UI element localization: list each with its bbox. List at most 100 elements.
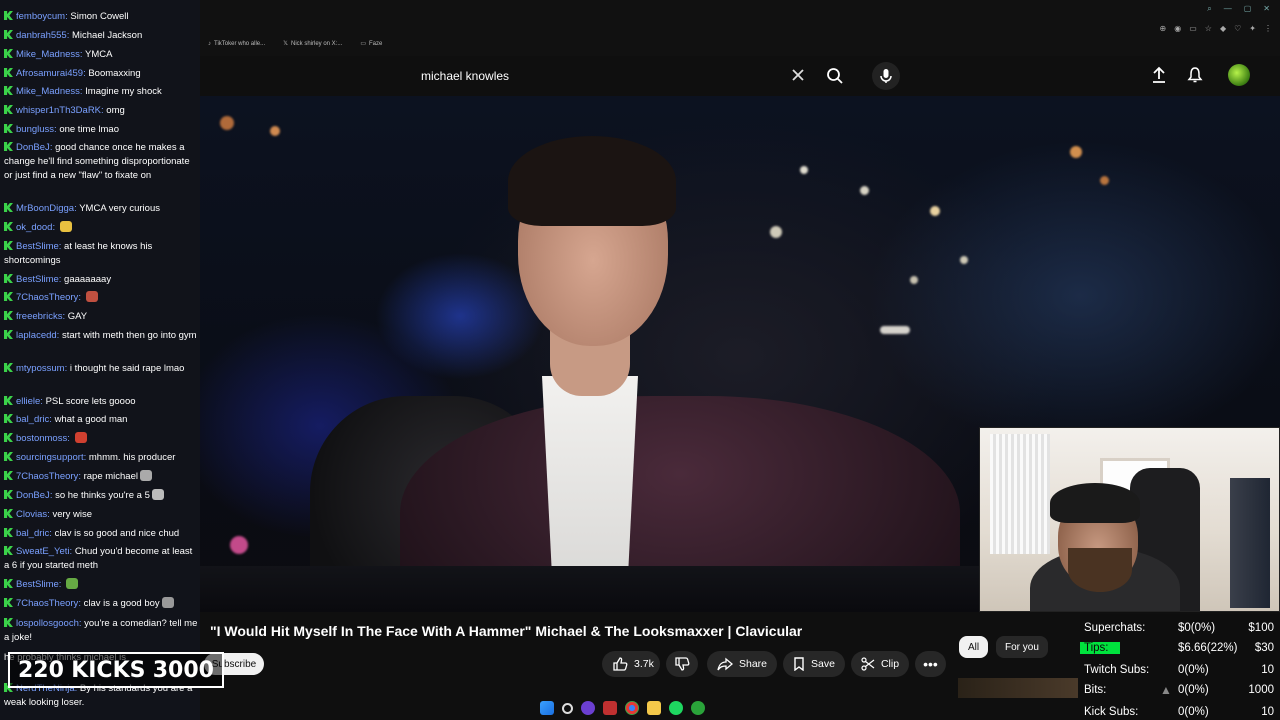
chat-username[interactable]: lospollosgooch — [16, 618, 79, 629]
dislike-button[interactable] — [665, 651, 698, 677]
xbox-icon[interactable] — [691, 701, 705, 715]
bookmark-item[interactable]: ▭ Faze — [360, 40, 382, 48]
chat-username[interactable]: ok_dood — [16, 222, 52, 233]
puzzle-icon[interactable]: ✦ — [1249, 24, 1256, 33]
recommended-thumbnail[interactable] — [958, 678, 1078, 698]
voice-search-button[interactable] — [872, 62, 900, 90]
chat-username[interactable]: mtypossum — [16, 363, 65, 374]
donation-label: Bits: — [1084, 684, 1107, 696]
donation-goal: $100 — [1248, 622, 1274, 634]
chat-username[interactable]: femboycum — [16, 11, 65, 22]
chat-username[interactable]: elliele — [16, 396, 40, 407]
search-icon[interactable]: ⌕ — [1207, 4, 1211, 14]
chat-username[interactable]: 7ChaosTheory — [16, 292, 78, 303]
shield-icon[interactable]: ◆ — [1220, 24, 1226, 33]
chat-message: whisper1nTh3DaRK: omg — [4, 104, 198, 118]
video-title: "I Would Hit Myself In The Face With A H… — [210, 623, 803, 639]
search-box[interactable]: michael knowles — [410, 60, 818, 92]
kick-badge-icon — [4, 292, 13, 301]
chat-message: elliele: PSL score lets goooo — [4, 395, 198, 409]
app-icon[interactable] — [581, 701, 595, 715]
minimize-icon[interactable]: — — [1224, 4, 1232, 14]
chat-username[interactable]: bungluss — [16, 124, 54, 135]
chat-username[interactable]: BestSlime — [16, 274, 59, 285]
chat-username[interactable]: SweatE_Yeti — [16, 546, 70, 557]
more-actions-button[interactable]: ••• — [915, 651, 946, 677]
chat-username[interactable]: 7ChaosTheory — [16, 598, 78, 609]
chat-username[interactable]: DonBeJ — [16, 142, 50, 153]
zoom-icon[interactable]: ⊕ — [1160, 24, 1167, 33]
chat-message: Mike_Madness: YMCA — [4, 48, 198, 62]
chat-username[interactable]: whisper1nTh3DaRK — [16, 105, 101, 116]
donation-row: Bits: 0(0%) 1000 ▲ — [1084, 680, 1276, 700]
hanging-clothes — [1230, 478, 1270, 608]
chat-text: very wise — [52, 509, 93, 520]
bookmarks-bar: ♪ TikToker who alle... 𝕏 Nick shirley on X… — [208, 40, 382, 48]
app-icon[interactable] — [603, 701, 617, 715]
search-input[interactable]: michael knowles — [421, 69, 509, 83]
chat-username[interactable]: sourcingsupport — [16, 452, 84, 463]
microphone-icon — [880, 69, 892, 83]
chat-username[interactable]: bal_dric — [16, 528, 49, 539]
chat-message: Clovias: very wise — [4, 508, 198, 522]
chat-username[interactable]: Afrosamurai459 — [16, 68, 83, 79]
save-button[interactable]: Save — [783, 651, 845, 677]
chat-username[interactable]: DonBeJ — [16, 490, 50, 501]
chat-message: BestSlime: — [4, 578, 198, 592]
notifications-button[interactable] — [1184, 64, 1206, 86]
kicks-current: 220 — [18, 657, 64, 683]
menu-icon[interactable]: ⋮ — [1264, 24, 1272, 33]
chat-username[interactable]: laplacedd — [16, 330, 57, 341]
chat-username[interactable]: Clovias — [16, 509, 47, 520]
chat-username[interactable]: BestSlime — [16, 241, 59, 252]
chat-message: 7ChaosTheory: rape michael — [4, 470, 198, 484]
share-button[interactable]: Share — [707, 651, 778, 677]
search-button[interactable] — [822, 62, 848, 90]
upload-button[interactable] — [1148, 64, 1170, 86]
eye-icon[interactable]: ◉ — [1174, 24, 1181, 33]
pip-icon[interactable]: ▭ — [1189, 24, 1197, 33]
chat-username[interactable]: MrBoonDigga — [16, 203, 74, 214]
chat-username[interactable]: bostonmoss — [16, 433, 67, 444]
chat-username[interactable]: Mike_Madness — [16, 86, 80, 97]
windows-start-icon[interactable] — [540, 701, 554, 715]
maximize-icon[interactable]: ▢ — [1244, 4, 1252, 14]
clip-button[interactable]: Clip — [850, 651, 910, 677]
chip-for-you[interactable]: For you — [996, 636, 1048, 658]
streamer-cap — [1050, 483, 1140, 523]
chat-username[interactable]: danbrah555 — [16, 30, 67, 41]
bookmark-icon — [794, 657, 804, 671]
extension-icons: ⊕ ◉ ▭ ☆ ◆ ♡ ✦ ⋮ — [1160, 24, 1272, 33]
search-icon[interactable] — [562, 702, 573, 714]
chat-username[interactable]: Mike_Madness — [16, 49, 80, 60]
chrome-icon[interactable] — [625, 701, 639, 715]
chat-username[interactable]: BestSlime — [16, 579, 59, 590]
spotify-icon[interactable] — [669, 701, 683, 715]
kick-badge-icon — [4, 11, 13, 20]
donation-goal: 10 — [1261, 706, 1274, 718]
like-button[interactable]: 3.7k — [602, 651, 660, 677]
folder-icon[interactable] — [647, 701, 661, 715]
chat-username[interactable]: freeebricks — [16, 311, 62, 322]
donation-goal: 1000 — [1248, 684, 1274, 696]
chat-username[interactable]: 7ChaosTheory — [16, 471, 78, 482]
like-count: 3.7k — [634, 658, 654, 670]
bookmark-item[interactable]: ♪ TikToker who alle... — [208, 40, 265, 47]
kick-badge-icon — [4, 618, 13, 627]
close-icon[interactable]: ✕ — [1263, 4, 1270, 14]
heart-icon[interactable]: ♡ — [1234, 24, 1241, 33]
bookmark-item[interactable]: 𝕏 Nick shirley on X:... — [283, 40, 342, 48]
chip-all[interactable]: All — [959, 636, 989, 658]
chat-message: bostonmoss: — [4, 432, 198, 446]
clear-search-icon[interactable] — [791, 68, 805, 82]
chat-text: what a good man — [54, 414, 128, 425]
account-avatar[interactable] — [1228, 64, 1250, 86]
chat-username[interactable]: bal_dric — [16, 414, 49, 425]
kick-badge-icon — [4, 490, 13, 499]
star-icon[interactable]: ☆ — [1205, 24, 1212, 33]
donation-label: Twitch Subs: — [1084, 664, 1150, 676]
chat-text: gaaaaaaay — [64, 274, 112, 285]
folder-icon: ▭ — [360, 41, 367, 47]
kick-badge-icon — [4, 30, 13, 39]
thumbs-up-icon — [613, 657, 628, 671]
